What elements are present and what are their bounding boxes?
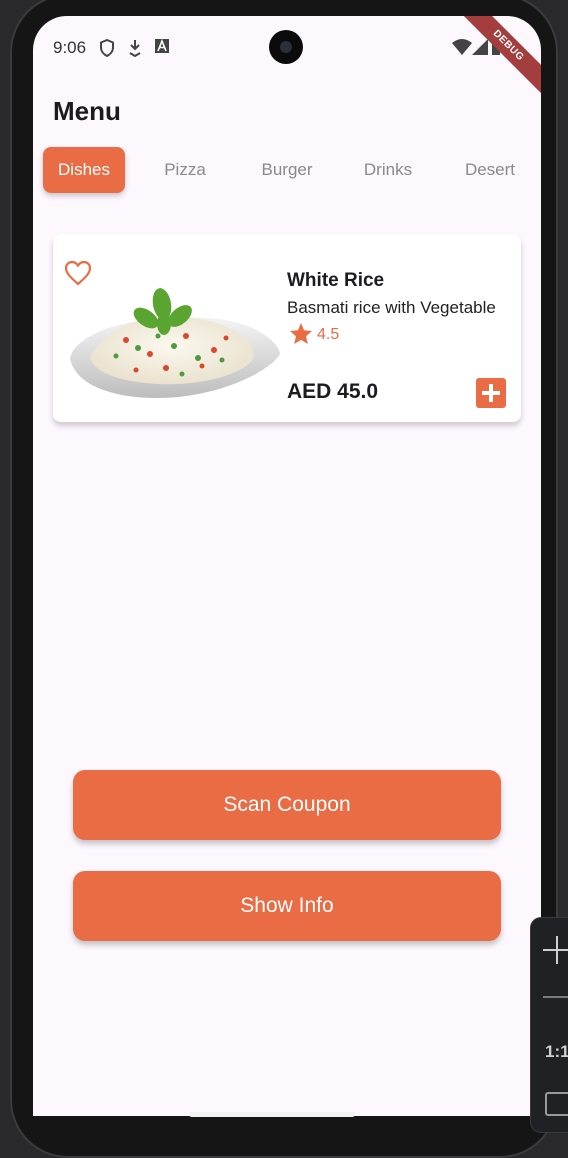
tab-pizza[interactable]: Pizza — [145, 147, 225, 193]
zoom-out-icon[interactable] — [543, 996, 568, 998]
dish-image — [70, 288, 280, 398]
rating-value: 4.5 — [317, 326, 340, 343]
dish-price: AED 45.0 — [287, 380, 379, 403]
gesture-nav-bar[interactable] — [189, 1112, 355, 1117]
wifi-icon — [452, 39, 472, 55]
add-to-cart-button[interactable] — [476, 378, 506, 408]
tab-desert[interactable]: Desert — [450, 147, 530, 193]
debug-ribbon: DEBUG — [447, 16, 541, 107]
dish-name: White Rice — [287, 270, 385, 291]
shield-icon — [100, 39, 114, 57]
tab-dishes[interactable]: Dishes — [43, 147, 125, 193]
status-time: 9:06 — [53, 38, 87, 57]
star-icon — [290, 323, 312, 344]
a-icon — [155, 39, 169, 53]
app-screen: 9:06 DEBUG Menu Dishes Pizza Burger Drin… — [33, 16, 541, 1116]
zoom-in-icon[interactable] — [543, 936, 568, 964]
dish-card[interactable]: White Rice Basmati rice with Vegetable 4… — [53, 234, 521, 422]
show-info-button[interactable]: Show Info — [73, 871, 501, 941]
emulator-toolbar: 1:1 — [531, 918, 568, 1132]
fit-screen-icon[interactable] — [545, 1092, 568, 1116]
tab-burger[interactable]: Burger — [247, 147, 327, 193]
download-icon — [129, 40, 141, 57]
page-title: Menu — [53, 96, 121, 126]
category-tabs: Dishes Pizza Burger Drinks Desert — [43, 147, 541, 195]
signal-icon — [472, 39, 488, 55]
dish-description: Basmati rice with Vegetable — [287, 298, 496, 317]
zoom-ratio-button[interactable]: 1:1 — [545, 1042, 568, 1062]
tab-drinks[interactable]: Drinks — [348, 147, 428, 193]
status-bar: 9:06 DEBUG — [33, 16, 541, 107]
front-camera — [269, 30, 303, 64]
scan-coupon-button[interactable]: Scan Coupon — [73, 770, 501, 840]
